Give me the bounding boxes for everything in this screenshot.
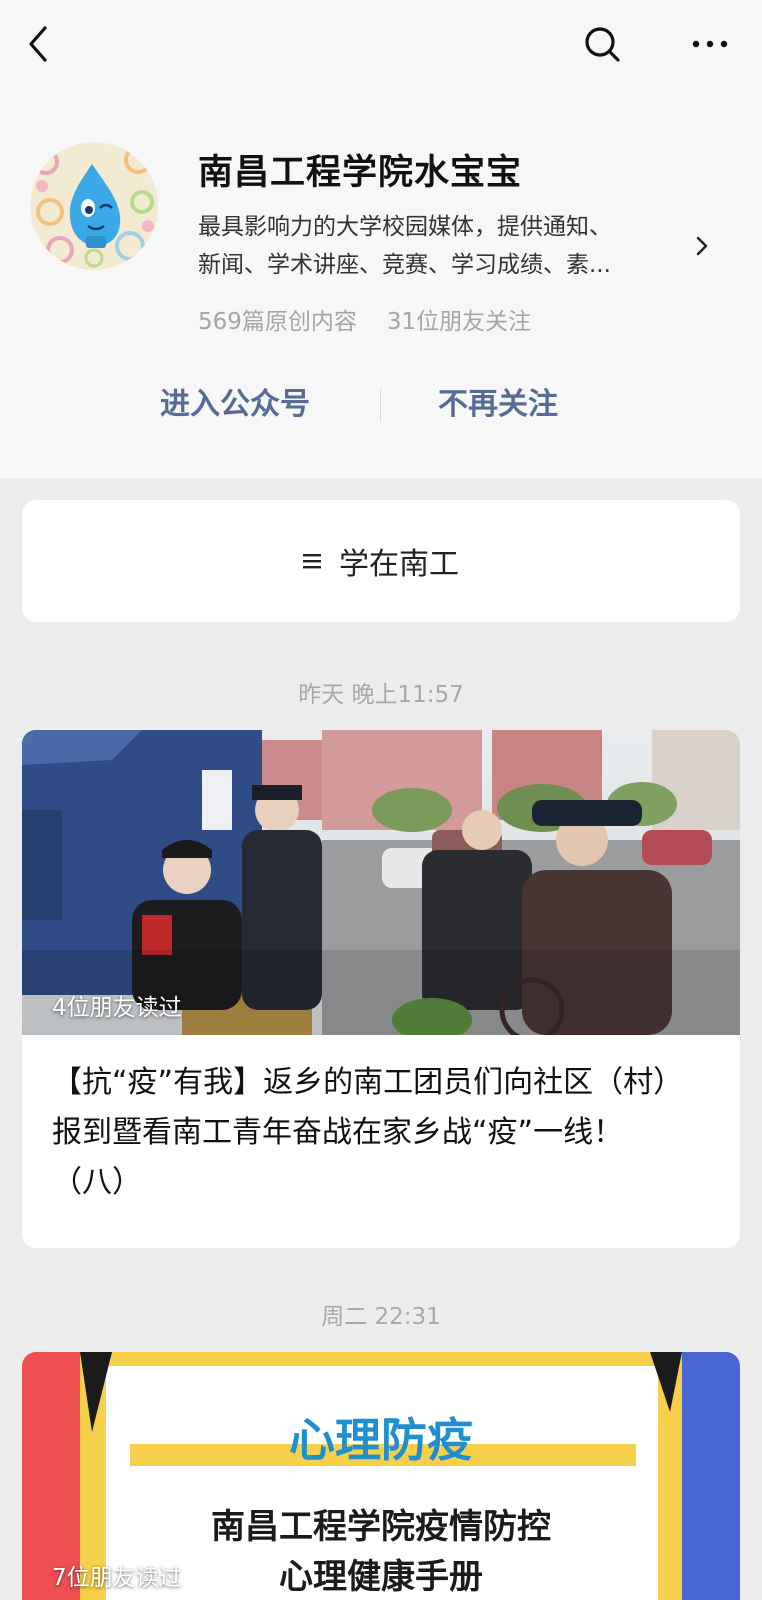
article-timestamp: 周二 22:31 [321, 1304, 441, 1330]
description-line-1: 最具影响力的大学校园媒体，提供通知、 [198, 214, 612, 240]
unfollow-button[interactable]: 不再关注 [438, 380, 558, 430]
search-button[interactable] [578, 20, 626, 68]
action-divider [380, 388, 381, 422]
title-line-3: （八） [52, 1165, 142, 1200]
more-icon [692, 40, 728, 48]
menu-label: 学在南工 [339, 547, 459, 582]
top-bar [0, 0, 762, 90]
article-card[interactable]: 4位朋友读过 【抗“疫”有我】返乡的南工团员们向社区（村） 报到暨看南工青年奋战… [22, 730, 740, 1248]
chevron-right-icon[interactable] [690, 232, 714, 260]
friends-following: 31位朋友关注 [386, 309, 532, 335]
account-stats: 569篇原创内容 31位朋友关注 [198, 302, 531, 336]
title-line-2: 报到暨看南工青年奋战在家乡战“疫”一线！ [52, 1115, 624, 1150]
account-description[interactable]: 最具影响力的大学校园媒体，提供通知、 新闻、学术讲座、竞赛、学习成绩、素... [198, 208, 678, 284]
friends-read-count: 7位朋友读过 [52, 1565, 182, 1591]
menu-icon [303, 554, 321, 569]
account-profile: 南昌工程学院水宝宝 最具影响力的大学校园媒体，提供通知、 新闻、学术讲座、竞赛、… [0, 0, 762, 478]
cover-heading: 心理防疫 [289, 1413, 473, 1467]
enter-account-button[interactable]: 进入公众号 [160, 380, 310, 430]
menu-card[interactable]: 学在南工 [22, 500, 740, 622]
article-timestamp: 昨天 晚上11:57 [298, 682, 464, 708]
description-line-2: 新闻、学术讲座、竞赛、学习成绩、素... [198, 252, 611, 278]
mascot-avatar-image [30, 142, 158, 270]
cover-line-2: 心理健康手册 [279, 1557, 483, 1597]
chevron-left-icon [29, 26, 47, 62]
account-name: 南昌工程学院水宝宝 [198, 153, 523, 193]
search-icon [585, 27, 620, 62]
article-card[interactable]: 心理防疫 南昌工程学院疫情防控 心理健康手册 7位朋友读过 [22, 1352, 740, 1600]
article-cover-image: 4位朋友读过 [22, 730, 740, 1035]
official-account-page: 南昌工程学院水宝宝 最具影响力的大学校园媒体，提供通知、 新闻、学术讲座、竞赛、… [0, 0, 762, 1600]
original-count: 569篇原创内容 [198, 309, 357, 335]
friends-read-count: 4位朋友读过 [52, 995, 182, 1021]
article-title[interactable]: 【抗“疫”有我】返乡的南工团员们向社区（村） 报到暨看南工青年奋战在家乡战“疫”… [52, 1058, 716, 1208]
account-avatar[interactable] [30, 142, 158, 270]
back-button[interactable] [14, 20, 62, 68]
title-line-1: 【抗“疫”有我】返乡的南工团员们向社区（村） [52, 1065, 684, 1100]
more-button[interactable] [686, 20, 734, 68]
cover-line-1: 南昌工程学院疫情防控 [211, 1507, 551, 1547]
